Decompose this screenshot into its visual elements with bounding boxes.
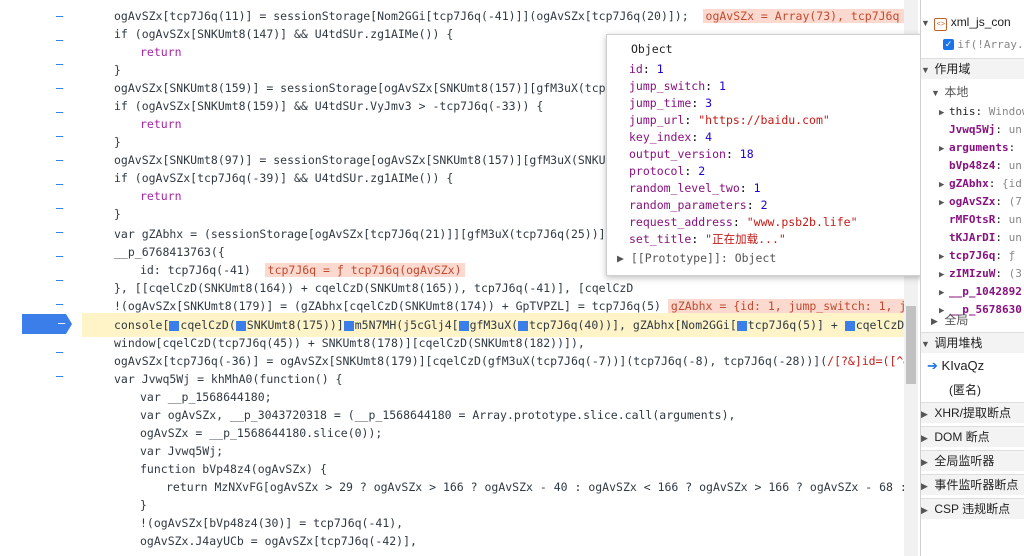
global-scope-header[interactable]: ▶ 全局: [931, 310, 1024, 330]
line-gutter: – – – – – – – – – – – – – – – –: [0, 0, 82, 556]
expand-triangle-icon[interactable]: ▶: [931, 311, 941, 331]
gutter-line[interactable]: –: [0, 340, 82, 364]
callstack-frame[interactable]: (匿名): [949, 380, 1024, 400]
gutter-line[interactable]: –: [0, 76, 82, 100]
local-scope-header[interactable]: ▼ 本地: [931, 82, 1024, 102]
gutter-line[interactable]: –: [0, 28, 82, 52]
expand-triangle-icon[interactable]: ▶: [921, 404, 931, 424]
step-marker-icon[interactable]: [736, 320, 747, 331]
gutter-line[interactable]: –: [0, 196, 82, 220]
gutter-line[interactable]: –: [0, 172, 82, 196]
scope-variable-row[interactable]: bVp48z4: un: [949, 156, 1024, 176]
scope-variable-row[interactable]: ▶ tcp7J6q: ƒ: [939, 246, 1024, 266]
code-line: return: [140, 45, 182, 59]
code-line: ogAvSZx.J4ayUCb = ogAvSZx[tcp7J6q(-42)],: [140, 534, 417, 548]
object-property-row: request_address: "www.psb2b.life": [629, 215, 858, 229]
object-property-row: output_version: 18: [629, 147, 754, 161]
gutter-line[interactable]: –: [0, 292, 82, 316]
gutter-line[interactable]: –: [0, 4, 82, 28]
callstack-section-header[interactable]: ▼ 调用堆栈: [921, 332, 1024, 353]
step-marker-icon[interactable]: [169, 320, 180, 331]
scope-section-header[interactable]: ▼ 作用域: [921, 58, 1024, 79]
gutter-line[interactable]: –: [0, 124, 82, 148]
inline-value-annotation: ogAvSZx = Array(73), tcp7J6q = ƒ tcp: [702, 9, 904, 23]
gutter-line[interactable]: –: [0, 100, 82, 124]
callstack-frame-current[interactable]: ➔ KIvaQz: [927, 356, 1024, 376]
object-property-row: random_parameters: 2: [629, 198, 768, 212]
gutter-line[interactable]: –: [0, 268, 82, 292]
scope-variable-row[interactable]: ▶this: Window: [939, 102, 1024, 122]
expand-triangle-icon[interactable]: ▶: [921, 476, 931, 496]
step-marker-icon[interactable]: [844, 320, 855, 331]
step-marker-icon[interactable]: [343, 320, 354, 331]
event-listener-breakpoints-header[interactable]: ▶ 事件监听器断点: [921, 474, 1024, 495]
code-line: return: [140, 117, 182, 131]
checkbox-checked-icon[interactable]: ✓: [943, 39, 954, 51]
xhr-breakpoints-header[interactable]: ▶ XHR/提取断点: [921, 402, 1024, 423]
gutter-line[interactable]: –: [0, 52, 82, 76]
step-marker-icon[interactable]: [518, 320, 529, 331]
scope-variable-row[interactable]: ▶__p_1042892:: [939, 282, 1024, 302]
object-property-row: key_index: 4: [629, 130, 713, 144]
object-property-row: jump_switch: 1: [629, 79, 726, 93]
object-property-row: random_level_two: 1: [629, 181, 761, 195]
object-preview-header: Object: [631, 42, 673, 56]
debugger-sidebar: ▼ <> xml_js_con ✓ if(!Array. ▼ 作用域 ▼ 本地 …: [920, 0, 1024, 556]
object-property-row: jump_time: 3: [629, 96, 713, 110]
expand-triangle-icon[interactable]: ▶: [921, 428, 931, 448]
collapse-triangle-icon[interactable]: ▼: [921, 334, 931, 354]
expand-triangle-icon[interactable]: ▶: [921, 500, 931, 520]
object-property-row: protocol: 2: [629, 164, 706, 178]
code-line: return: [140, 189, 182, 203]
prototype-row[interactable]: ▶ [[Prototype]]: Object: [617, 250, 776, 267]
inline-value-annotation: tcp7J6q = ƒ tcp7J6q(ogAvSZx): [264, 263, 465, 277]
current-frame-arrow-icon: ➔: [927, 358, 938, 373]
inline-value-annotation: gZAbhx = {id: 1, jump_switch: 1, jump_t: [667, 299, 904, 313]
breakpoint-marker[interactable]: –: [22, 314, 72, 334]
collapse-triangle-icon[interactable]: ▼: [921, 13, 931, 33]
gutter-line[interactable]: –: [0, 364, 82, 388]
global-listeners-header[interactable]: ▶ 全局监听器: [921, 450, 1024, 471]
object-property-row: id: 1: [629, 62, 664, 76]
expand-triangle-icon[interactable]: ▶: [921, 452, 931, 472]
scope-variable-row[interactable]: ▶ zIMIzuW: (3: [939, 264, 1024, 284]
expand-triangle-icon[interactable]: ▶: [617, 251, 631, 265]
scope-variable-row[interactable]: ▶ gZAbhx: {id: [939, 174, 1024, 194]
object-property-row: jump_url: "https://baidu.com": [629, 113, 830, 127]
gutter-line[interactable]: –: [0, 148, 82, 172]
csp-breakpoints-header[interactable]: ▶ CSP 违规断点: [921, 498, 1024, 519]
step-marker-icon[interactable]: [235, 320, 246, 331]
gutter-line[interactable]: –: [0, 220, 82, 244]
scope-variable-row[interactable]: Jvwq5Wj: un: [949, 120, 1024, 140]
code-line: return MzNXvFG[ogAvSZx > 29 ? ogAvSZx > …: [166, 480, 904, 494]
editor-scrollbar-thumb[interactable]: [906, 306, 916, 384]
scope-variable-row[interactable]: ▶ ogAvSZx: (7: [939, 192, 1024, 212]
scope-variable-row[interactable]: tKJArDI: un: [949, 228, 1024, 248]
breakpoint-file-row[interactable]: ▼ <> xml_js_con: [921, 12, 1024, 32]
step-marker-icon[interactable]: [458, 320, 469, 331]
gutter-line[interactable]: –: [0, 244, 82, 268]
collapse-triangle-icon[interactable]: ▼: [921, 60, 931, 80]
scope-variable-row[interactable]: rMFOtsR: un: [949, 210, 1024, 230]
object-preview-popover[interactable]: Object id: 1 jump_switch: 1 jump_time: 3…: [606, 34, 928, 276]
file-icon: <>: [934, 18, 948, 31]
dom-breakpoints-header[interactable]: ▶ DOM 断点: [921, 426, 1024, 447]
object-property-row: set_title: "正在加载...": [629, 232, 786, 246]
scope-variable-row[interactable]: ▶ arguments:: [939, 138, 1024, 158]
breakpoint-entry[interactable]: ✓ if(!Array.: [943, 34, 1024, 54]
collapse-triangle-icon[interactable]: ▼: [931, 83, 941, 103]
